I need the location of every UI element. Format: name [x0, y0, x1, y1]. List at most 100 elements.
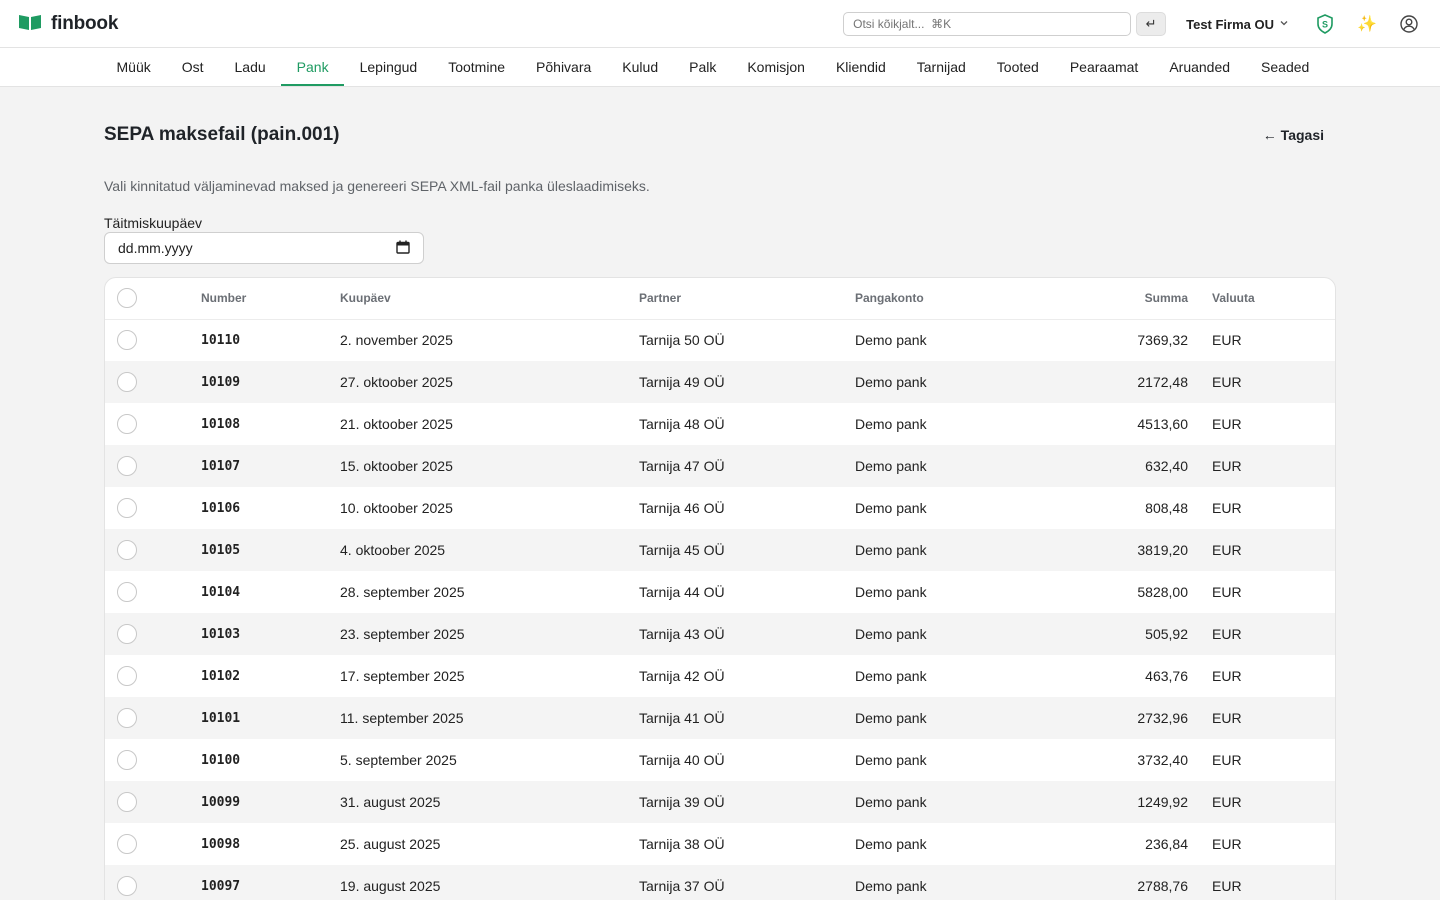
nav-tab[interactable]: Kliendid: [820, 48, 901, 86]
row-checkbox-cell: [105, 487, 201, 529]
company-selector[interactable]: Test Firma OU: [1186, 17, 1289, 32]
search-input[interactable]: [843, 12, 1132, 36]
row-checkbox-cell: [105, 613, 201, 655]
execution-date-input[interactable]: dd.mm.yyyy: [104, 232, 424, 264]
header-date[interactable]: Kuupäev: [340, 278, 639, 319]
payment-sum: 7369,32: [1137, 332, 1188, 349]
payment-currency: EUR: [1212, 416, 1242, 432]
nav-tab[interactable]: Tootmine: [433, 48, 521, 86]
nav-tab[interactable]: Kulud: [607, 48, 674, 86]
payment-number: 10104: [201, 584, 241, 600]
nav-tab[interactable]: Lepingud: [344, 48, 433, 86]
nav-tab[interactable]: Ladu: [219, 48, 281, 86]
row-select-checkbox[interactable]: [117, 708, 137, 728]
table-row[interactable]: 10104 28. september 2025 Tarnija 44 OÜ Demo…: [105, 571, 1335, 613]
table-row[interactable]: 10105 4. oktoober 2025 Tarnija 45 OÜ Demo p…: [105, 529, 1335, 571]
payment-bank-account: Demo pank: [855, 626, 927, 642]
table-row[interactable]: 10106 10. oktoober 2025 Tarnija 46 OÜ Demo …: [105, 487, 1335, 529]
payment-currency: EUR: [1212, 542, 1242, 558]
header-partner[interactable]: Partner: [639, 278, 855, 319]
payment-bank-account: Demo pank: [855, 836, 927, 852]
table-header-row: Number Kuupäev Partner Pangakonto Summa …: [105, 278, 1335, 319]
row-select-checkbox[interactable]: [117, 456, 137, 476]
payment-number: 10099: [201, 794, 241, 810]
nav-tab[interactable]: Ost: [166, 48, 219, 86]
nav-tab[interactable]: Tarnijad: [901, 48, 981, 86]
row-select-checkbox[interactable]: [117, 582, 137, 602]
payment-currency: EUR: [1212, 458, 1242, 474]
main-content: SEPA maksefail (pain.001) ← Tagasi Vali …: [0, 87, 1440, 900]
header-bank-account[interactable]: Pangakonto: [855, 278, 1035, 319]
company-name: Test Firma OU: [1186, 16, 1274, 32]
table-row[interactable]: 10099 31. august 2025 Tarnija 39 OÜ Demo pa…: [105, 781, 1335, 823]
payment-currency: EUR: [1212, 500, 1242, 516]
row-select-checkbox[interactable]: [117, 666, 137, 686]
ai-assistant-button[interactable]: ✨: [1356, 13, 1378, 35]
nav-tab[interactable]: Põhivara: [521, 48, 607, 86]
row-select-checkbox[interactable]: [117, 414, 137, 434]
payment-sum: 2732,96: [1137, 710, 1188, 726]
execution-date-label: Täitmiskuupäev: [104, 215, 203, 231]
payment-date: 10. oktoober 2025: [340, 500, 453, 516]
table-row[interactable]: 10109 27. oktoober 2025 Tarnija 49 OÜ Demo …: [105, 361, 1335, 403]
table-row[interactable]: 10098 25. august 2025 Tarnija 38 OÜ Demo pa…: [105, 823, 1335, 865]
nav-tab[interactable]: Komisjon: [732, 48, 821, 86]
nav-tab[interactable]: Seaded: [1246, 48, 1325, 86]
row-select-checkbox[interactable]: [117, 834, 137, 854]
payment-sum: 2788,76: [1137, 878, 1188, 894]
table-row[interactable]: 10103 23. september 2025 Tarnija 43 OÜ Demo…: [105, 613, 1335, 655]
table-row[interactable]: 10101 11. september 2025 Tarnija 41 OÜ Demo…: [105, 697, 1335, 739]
row-select-checkbox[interactable]: [117, 750, 137, 770]
table-row[interactable]: 10102 17. september 2025 Tarnija 42 OÜ Demo…: [105, 655, 1335, 697]
top-bar: finbook ↵ Test Firma OU S ✨: [0, 0, 1440, 48]
book-icon: [18, 13, 42, 34]
row-select-checkbox[interactable]: [117, 792, 137, 812]
payment-currency: EUR: [1212, 584, 1242, 600]
row-checkbox-cell: [105, 739, 201, 781]
header-currency[interactable]: Valuuta: [1188, 278, 1335, 319]
page-title: SEPA maksefail (pain.001): [104, 124, 340, 145]
table-row[interactable]: 10108 21. oktoober 2025 Tarnija 48 OÜ Demo …: [105, 403, 1335, 445]
row-checkbox-cell: [105, 697, 201, 739]
app-logo[interactable]: finbook: [18, 13, 118, 35]
header-sum[interactable]: Summa: [1035, 278, 1188, 319]
payment-bank-account: Demo pank: [855, 332, 927, 349]
payment-partner: Tarnija 45 OÜ: [639, 542, 725, 558]
table-row[interactable]: 10097 19. august 2025 Tarnija 37 OÜ Demo pa…: [105, 865, 1335, 900]
payment-date: 17. september 2025: [340, 668, 465, 684]
row-select-checkbox[interactable]: [117, 876, 137, 896]
payment-sum: 505,92: [1145, 626, 1188, 642]
date-placeholder: dd.mm.yyyy: [118, 240, 193, 256]
search-submit-button[interactable]: ↵: [1136, 12, 1167, 36]
table-row[interactable]: 10100 5. september 2025 Tarnija 40 OÜ Demo …: [105, 739, 1335, 781]
nav-tab[interactable]: Pearaamat: [1054, 48, 1153, 86]
nav-tab[interactable]: Müük: [101, 48, 166, 86]
row-checkbox-cell: [105, 781, 201, 823]
row-select-checkbox[interactable]: [117, 330, 137, 351]
payment-number: 10102: [201, 668, 241, 684]
payment-currency: EUR: [1212, 668, 1242, 684]
row-select-checkbox[interactable]: [117, 540, 137, 560]
nav-tab[interactable]: Aruanded: [1154, 48, 1246, 86]
payment-currency: EUR: [1212, 626, 1242, 642]
table-row[interactable]: 10107 15. oktoober 2025 Tarnija 47 OÜ Demo …: [105, 445, 1335, 487]
back-link[interactable]: ← Tagasi: [1263, 127, 1324, 143]
shield-button[interactable]: S: [1314, 13, 1336, 35]
payment-number: 10103: [201, 626, 241, 642]
calendar-icon[interactable]: [396, 240, 410, 257]
row-checkbox-cell: [105, 445, 201, 487]
table-row[interactable]: 10110 2. november 2025 Tarnija 50 OÜ Demo p…: [105, 319, 1335, 361]
payment-sum: 632,40: [1145, 458, 1188, 474]
payment-partner: Tarnija 40 OÜ: [639, 752, 725, 768]
row-checkbox-cell: [105, 403, 201, 445]
nav-tab[interactable]: Palk: [674, 48, 732, 86]
select-all-checkbox[interactable]: [117, 288, 137, 309]
row-select-checkbox[interactable]: [117, 498, 137, 518]
header-number[interactable]: Number: [201, 278, 340, 319]
nav-tab[interactable]: Tooted: [981, 48, 1054, 86]
payment-bank-account: Demo pank: [855, 794, 927, 810]
row-select-checkbox[interactable]: [117, 372, 137, 392]
row-select-checkbox[interactable]: [117, 624, 137, 644]
nav-tab[interactable]: Pank: [281, 48, 345, 86]
user-menu-button[interactable]: [1398, 13, 1420, 35]
